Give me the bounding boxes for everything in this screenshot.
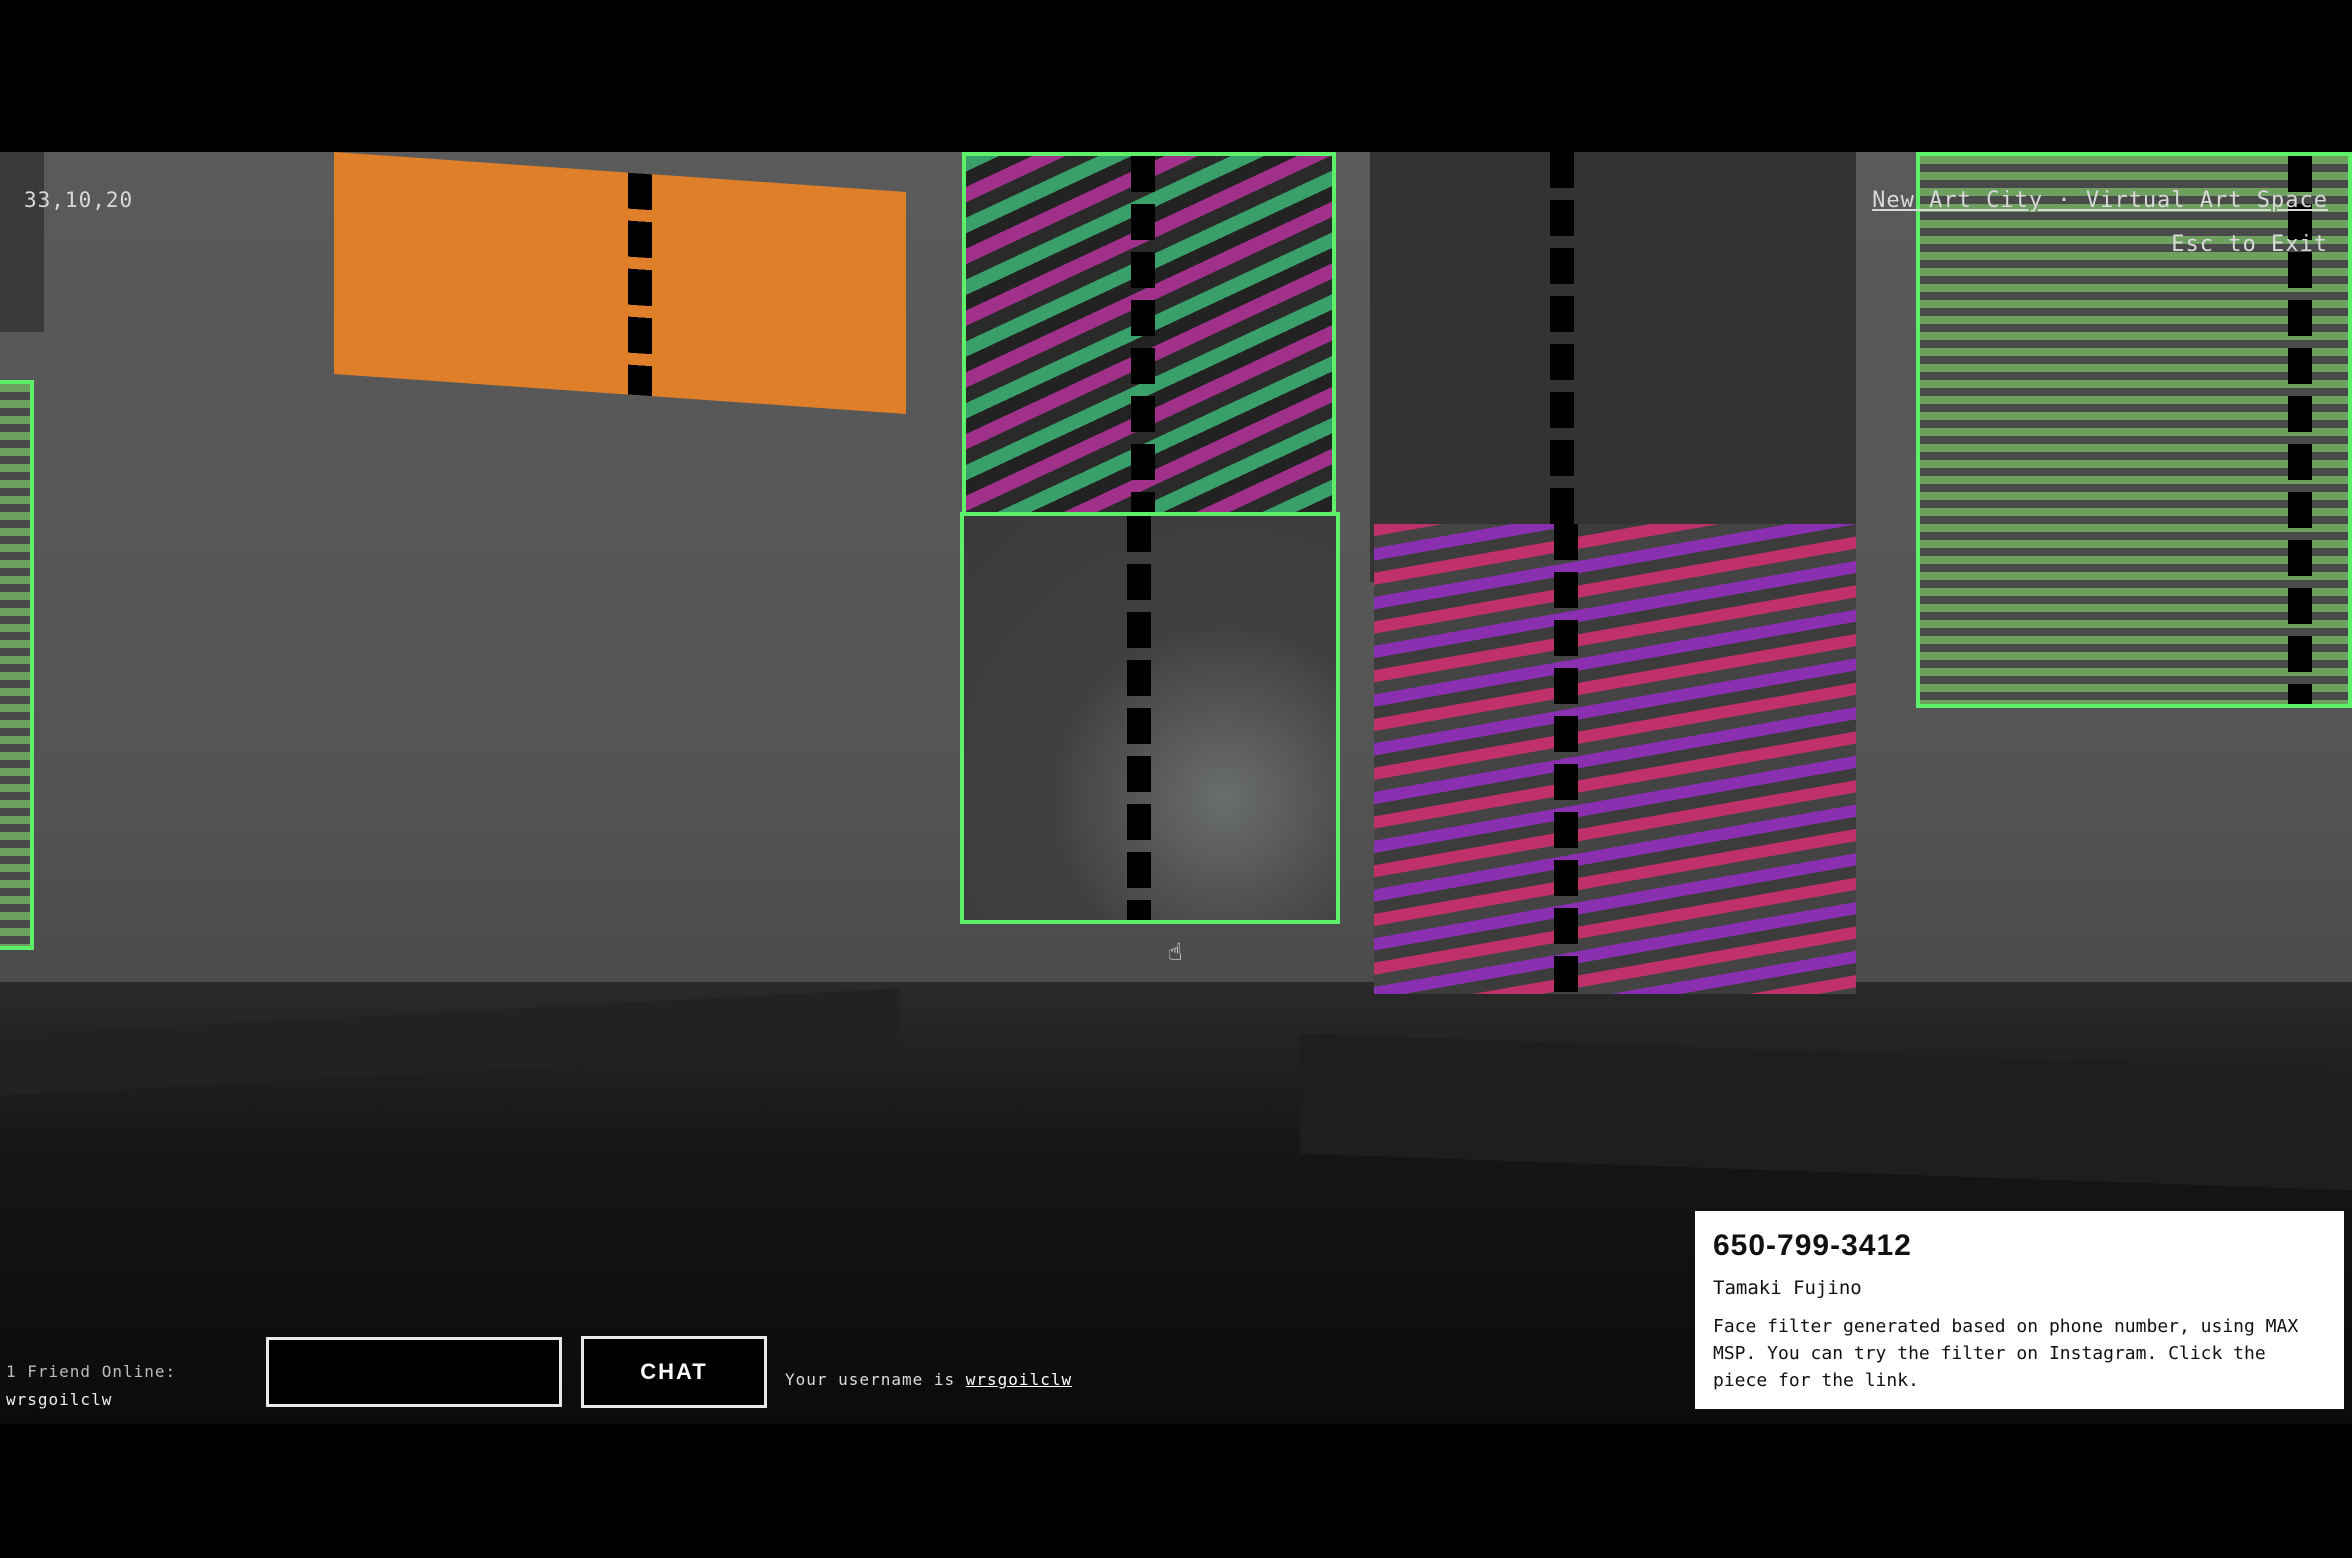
artist-name: Tamaki Fujino	[1713, 1277, 1862, 1299]
artwork-center-top[interactable]	[962, 152, 1336, 520]
chat-button[interactable]: CHAT	[581, 1336, 767, 1408]
username-info: Your username is wrsgoilclw	[785, 1370, 1072, 1389]
artwork-info-card[interactable]: 650-799-3412 Tamaki Fujino Face filter g…	[1695, 1211, 2344, 1409]
artwork-title: 650-799-3412	[1713, 1229, 1912, 1262]
friends-online-label: 1 Friend Online:	[6, 1362, 177, 1381]
artwork-selected-650-799-3412[interactable]	[960, 512, 1340, 924]
artwork-left-top-edge[interactable]	[0, 152, 44, 332]
artwork-dark-blank[interactable]	[1370, 152, 1856, 582]
exit-hint: Esc to Exit	[2171, 232, 2328, 257]
friend-name[interactable]: wrsgoilclw	[6, 1390, 112, 1409]
site-title-link[interactable]: New Art City · Virtual Art Space	[1872, 188, 2328, 213]
hand-cursor-icon: ☝	[1168, 938, 1183, 966]
username-prefix: Your username is	[785, 1370, 956, 1389]
chat-input[interactable]	[266, 1337, 562, 1407]
position-readout: 33,10,20	[24, 188, 134, 212]
artwork-striped-pink[interactable]	[1374, 524, 1856, 994]
artwork-left-edge[interactable]	[0, 380, 34, 950]
artwork-orange[interactable]	[334, 152, 906, 414]
username-link[interactable]: wrsgoilclw	[966, 1370, 1072, 1389]
artwork-description: Face filter generated based on phone num…	[1713, 1316, 2299, 1391]
